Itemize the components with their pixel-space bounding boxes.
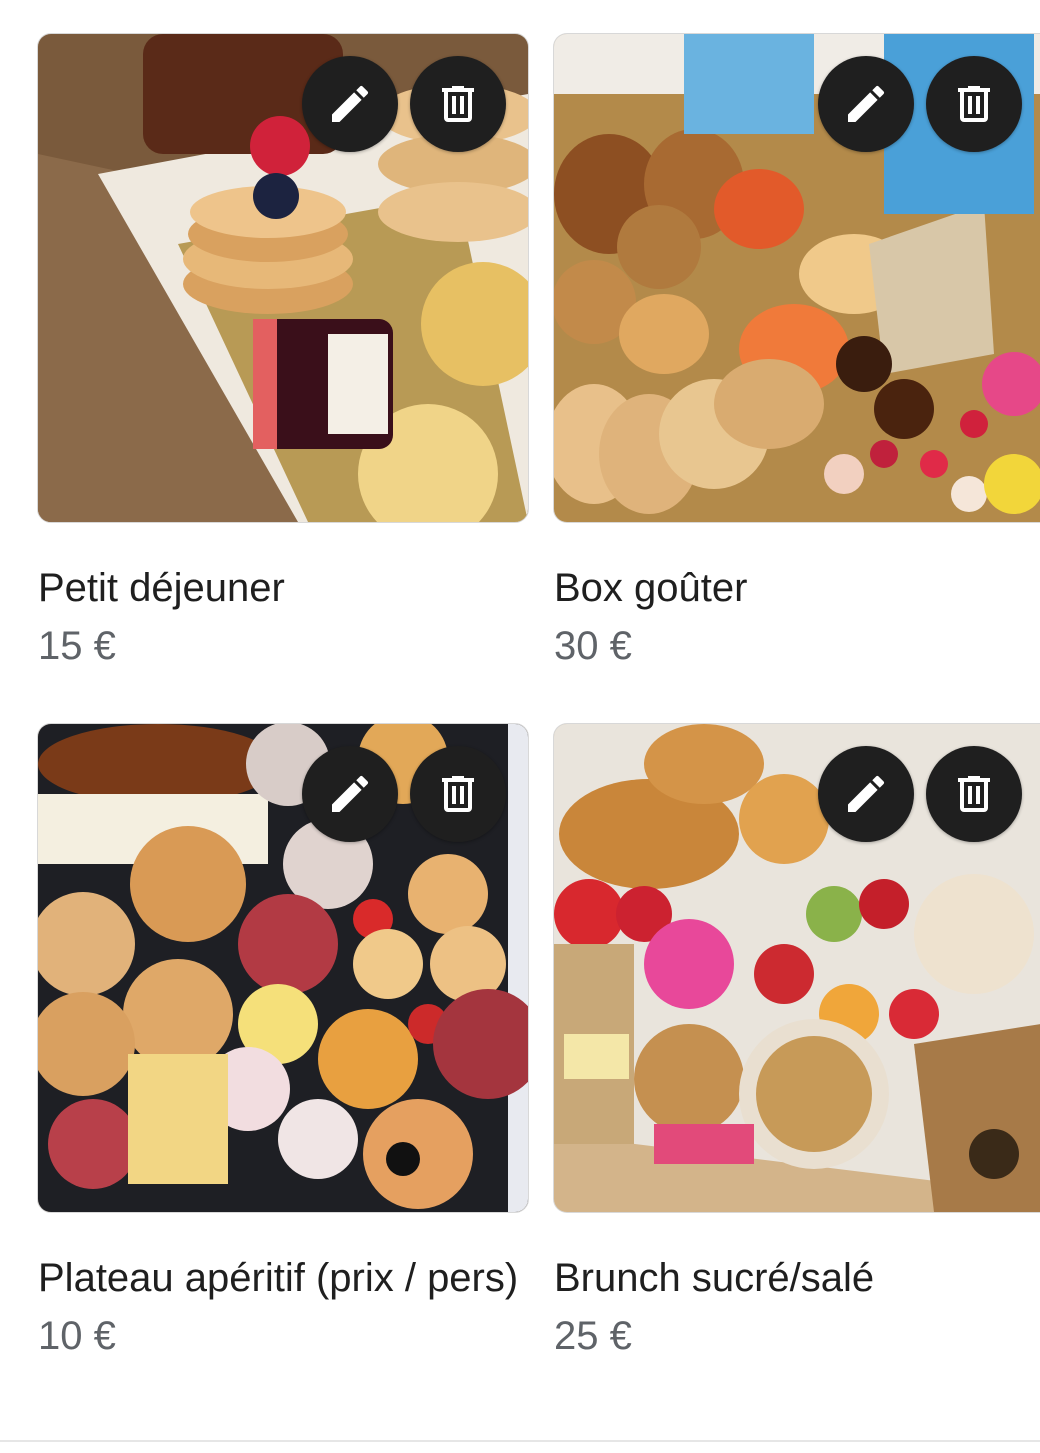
pencil-icon [848,85,885,122]
trash-icon [442,86,474,122]
product-title: Box goûter [554,566,748,610]
product-image[interactable] [553,723,1040,1213]
pencil-icon [332,85,369,122]
product-price: 30 € [554,624,632,668]
product-price: 10 € [38,1314,116,1358]
pencil-icon [332,775,369,812]
bottom-divider [0,1440,1040,1442]
delete-button[interactable] [410,56,506,152]
product-title: Brunch sucré/salé [554,1256,875,1300]
edit-button[interactable] [302,746,398,842]
delete-button[interactable] [926,746,1022,842]
product-card[interactable]: Brunch sucré/salé 25 € [553,723,1040,1361]
delete-button[interactable] [410,746,506,842]
product-image[interactable] [37,33,529,523]
trash-icon [442,776,474,812]
product-price: 15 € [38,624,116,668]
product-price: 25 € [554,1314,632,1358]
product-title: Petit déjeuner [38,566,285,610]
product-card[interactable]: Box goûter 30 € [553,33,1040,671]
pencil-icon [848,775,885,812]
edit-button[interactable] [818,746,914,842]
product-image[interactable] [553,33,1040,523]
trash-icon [958,776,990,812]
product-title: Plateau apéritif (prix / pers) [38,1256,519,1300]
edit-button[interactable] [302,56,398,152]
product-card[interactable]: Plateau apéritif (prix / pers) 10 € [37,723,529,1361]
trash-icon [958,86,990,122]
product-card[interactable]: Petit déjeuner 15 € [37,33,529,671]
delete-button[interactable] [926,56,1022,152]
edit-button[interactable] [818,56,914,152]
product-image[interactable] [37,723,529,1213]
